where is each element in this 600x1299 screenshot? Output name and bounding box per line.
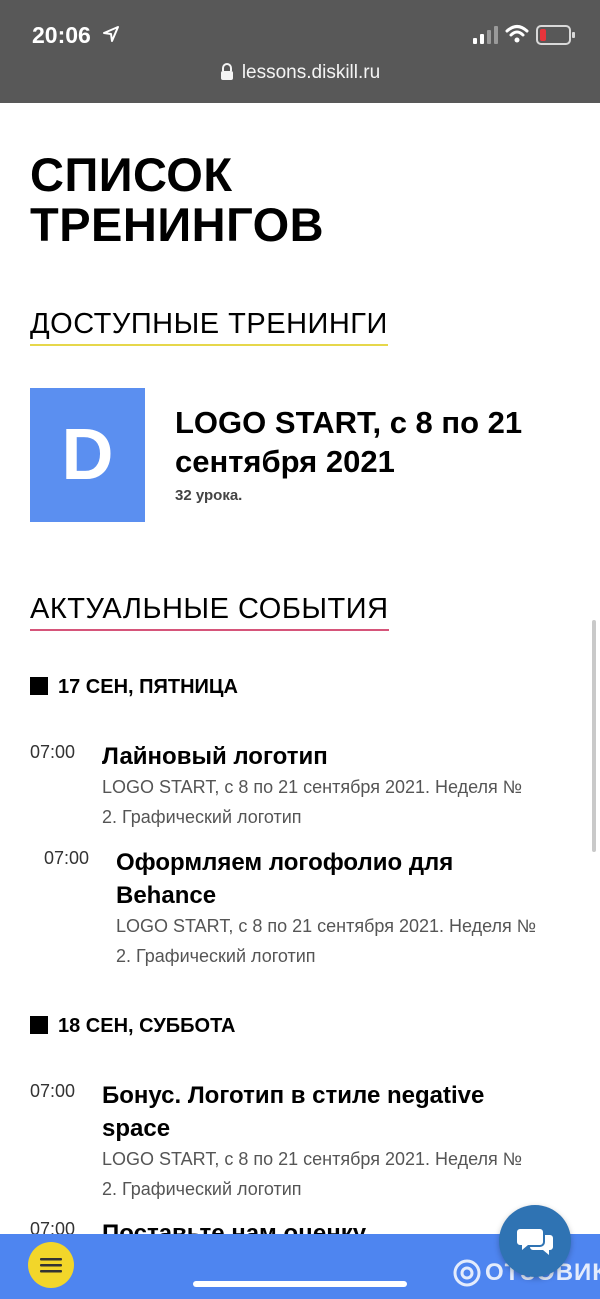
available-trainings-heading: ДОСТУПНЫЕ ТРЕНИНГИ — [30, 308, 388, 346]
location-arrow-icon — [103, 26, 119, 42]
training-card[interactable]: D LOGO START, с 8 по 21 сентября 2021 32… — [30, 388, 575, 523]
chat-button[interactable] — [499, 1205, 571, 1277]
event-title[interactable]: Оформляем логофолио для Behance — [116, 846, 576, 912]
wifi-icon — [505, 25, 529, 43]
event-time: 07:00 — [30, 742, 76, 762]
event-time: 07:00 — [44, 848, 90, 868]
day-header: 17 СЕН, ПЯТНИЦА — [30, 676, 238, 699]
scrollbar[interactable] — [592, 620, 596, 852]
training-title[interactable]: LOGO START, с 8 по 21 сентября 2021 — [175, 403, 575, 481]
training-lessons-count: 32 урока. — [175, 487, 243, 504]
event-description: LOGO START, с 8 по 21 сентября 2021. Нед… — [102, 1149, 523, 1199]
page-title: СПИСОК ТРЕНИНГОВ — [30, 148, 325, 251]
address-bar[interactable]: lessons.diskill.ru — [0, 62, 600, 84]
square-bullet-icon — [30, 677, 48, 695]
event-time: 07:00 — [30, 1081, 76, 1101]
event-title[interactable]: Бонус. Логотип в стиле negative space — [102, 1079, 562, 1145]
status-time: 20:06 — [32, 22, 91, 48]
signal-icon — [473, 26, 498, 44]
lock-icon — [220, 63, 233, 80]
otzovik-logo-icon — [453, 1259, 481, 1287]
url-text: lessons.diskill.ru — [241, 62, 381, 83]
home-indicator[interactable] — [193, 1281, 407, 1287]
status-bar: 20:06 lessons.diskill.ru — [0, 0, 600, 103]
square-bullet-icon — [30, 1016, 48, 1034]
event-title[interactable]: Лайновый логотип — [102, 740, 562, 773]
training-logo[interactable]: D — [30, 388, 145, 522]
battery-low-icon — [536, 25, 575, 45]
event-description: LOGO START, с 8 по 21 сентября 2021. Нед… — [102, 777, 523, 827]
day-header: 18 СЕН, СУББОТА — [30, 1015, 235, 1038]
event-description: LOGO START, с 8 по 21 сентября 2021. Нед… — [116, 916, 537, 966]
current-events-heading: АКТУАЛЬНЫЕ СОБЫТИЯ — [30, 593, 389, 631]
hamburger-menu-icon — [40, 1258, 62, 1273]
chat-bubbles-icon — [517, 1229, 553, 1255]
menu-button[interactable] — [28, 1242, 74, 1288]
